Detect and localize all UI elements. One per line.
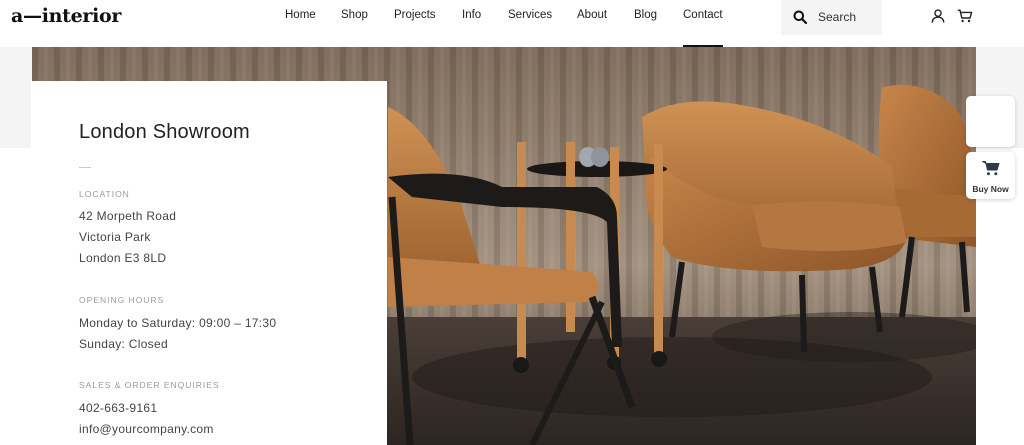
nav-item-blog[interactable]: Blog bbox=[634, 9, 657, 21]
phone-link[interactable]: 402-663-9161 bbox=[79, 401, 157, 415]
email-link[interactable]: info@yourcompany.com bbox=[79, 422, 214, 436]
nav-item-services[interactable]: Services bbox=[508, 9, 552, 21]
showroom-title: London Showroom bbox=[79, 121, 250, 143]
address-line-3: London E3 8LD bbox=[79, 251, 167, 265]
site-header: a—interior Home Shop Projects Info Servi… bbox=[0, 0, 1024, 47]
address-line-1: 42 Morpeth Road bbox=[79, 209, 177, 223]
nav-item-home[interactable]: Home bbox=[285, 9, 316, 21]
title-divider bbox=[79, 167, 91, 168]
search-button[interactable]: Search bbox=[781, 0, 882, 35]
user-icon[interactable] bbox=[931, 9, 945, 23]
enquiries-label: SALES & ORDER ENQUIRIES bbox=[79, 380, 220, 390]
search-icon bbox=[793, 10, 807, 24]
hours-weekdays: Monday to Saturday: 09:00 – 17:30 bbox=[79, 316, 277, 330]
buy-now-button[interactable]: Buy Now bbox=[966, 152, 1015, 199]
buy-now-label: Buy Now bbox=[972, 184, 1009, 194]
cart-icon[interactable] bbox=[957, 9, 973, 23]
nav-item-projects[interactable]: Projects bbox=[394, 9, 436, 21]
cart-icon bbox=[982, 161, 1000, 176]
nav-item-info[interactable]: Info bbox=[462, 9, 481, 21]
showroom-info-card: London Showroom LOCATION 42 Morpeth Road… bbox=[31, 81, 387, 445]
search-label: Search bbox=[818, 10, 857, 24]
address-line-2: Victoria Park bbox=[79, 230, 151, 244]
nav-item-shop[interactable]: Shop bbox=[341, 9, 368, 21]
hours-sunday: Sunday: Closed bbox=[79, 337, 168, 351]
location-label: LOCATION bbox=[79, 189, 130, 199]
opening-hours-label: OPENING HOURS bbox=[79, 295, 165, 305]
nav-item-about[interactable]: About bbox=[577, 9, 607, 21]
side-widget-button[interactable] bbox=[966, 96, 1015, 147]
active-nav-indicator bbox=[683, 45, 723, 47]
nav-item-contact[interactable]: Contact bbox=[683, 9, 723, 21]
